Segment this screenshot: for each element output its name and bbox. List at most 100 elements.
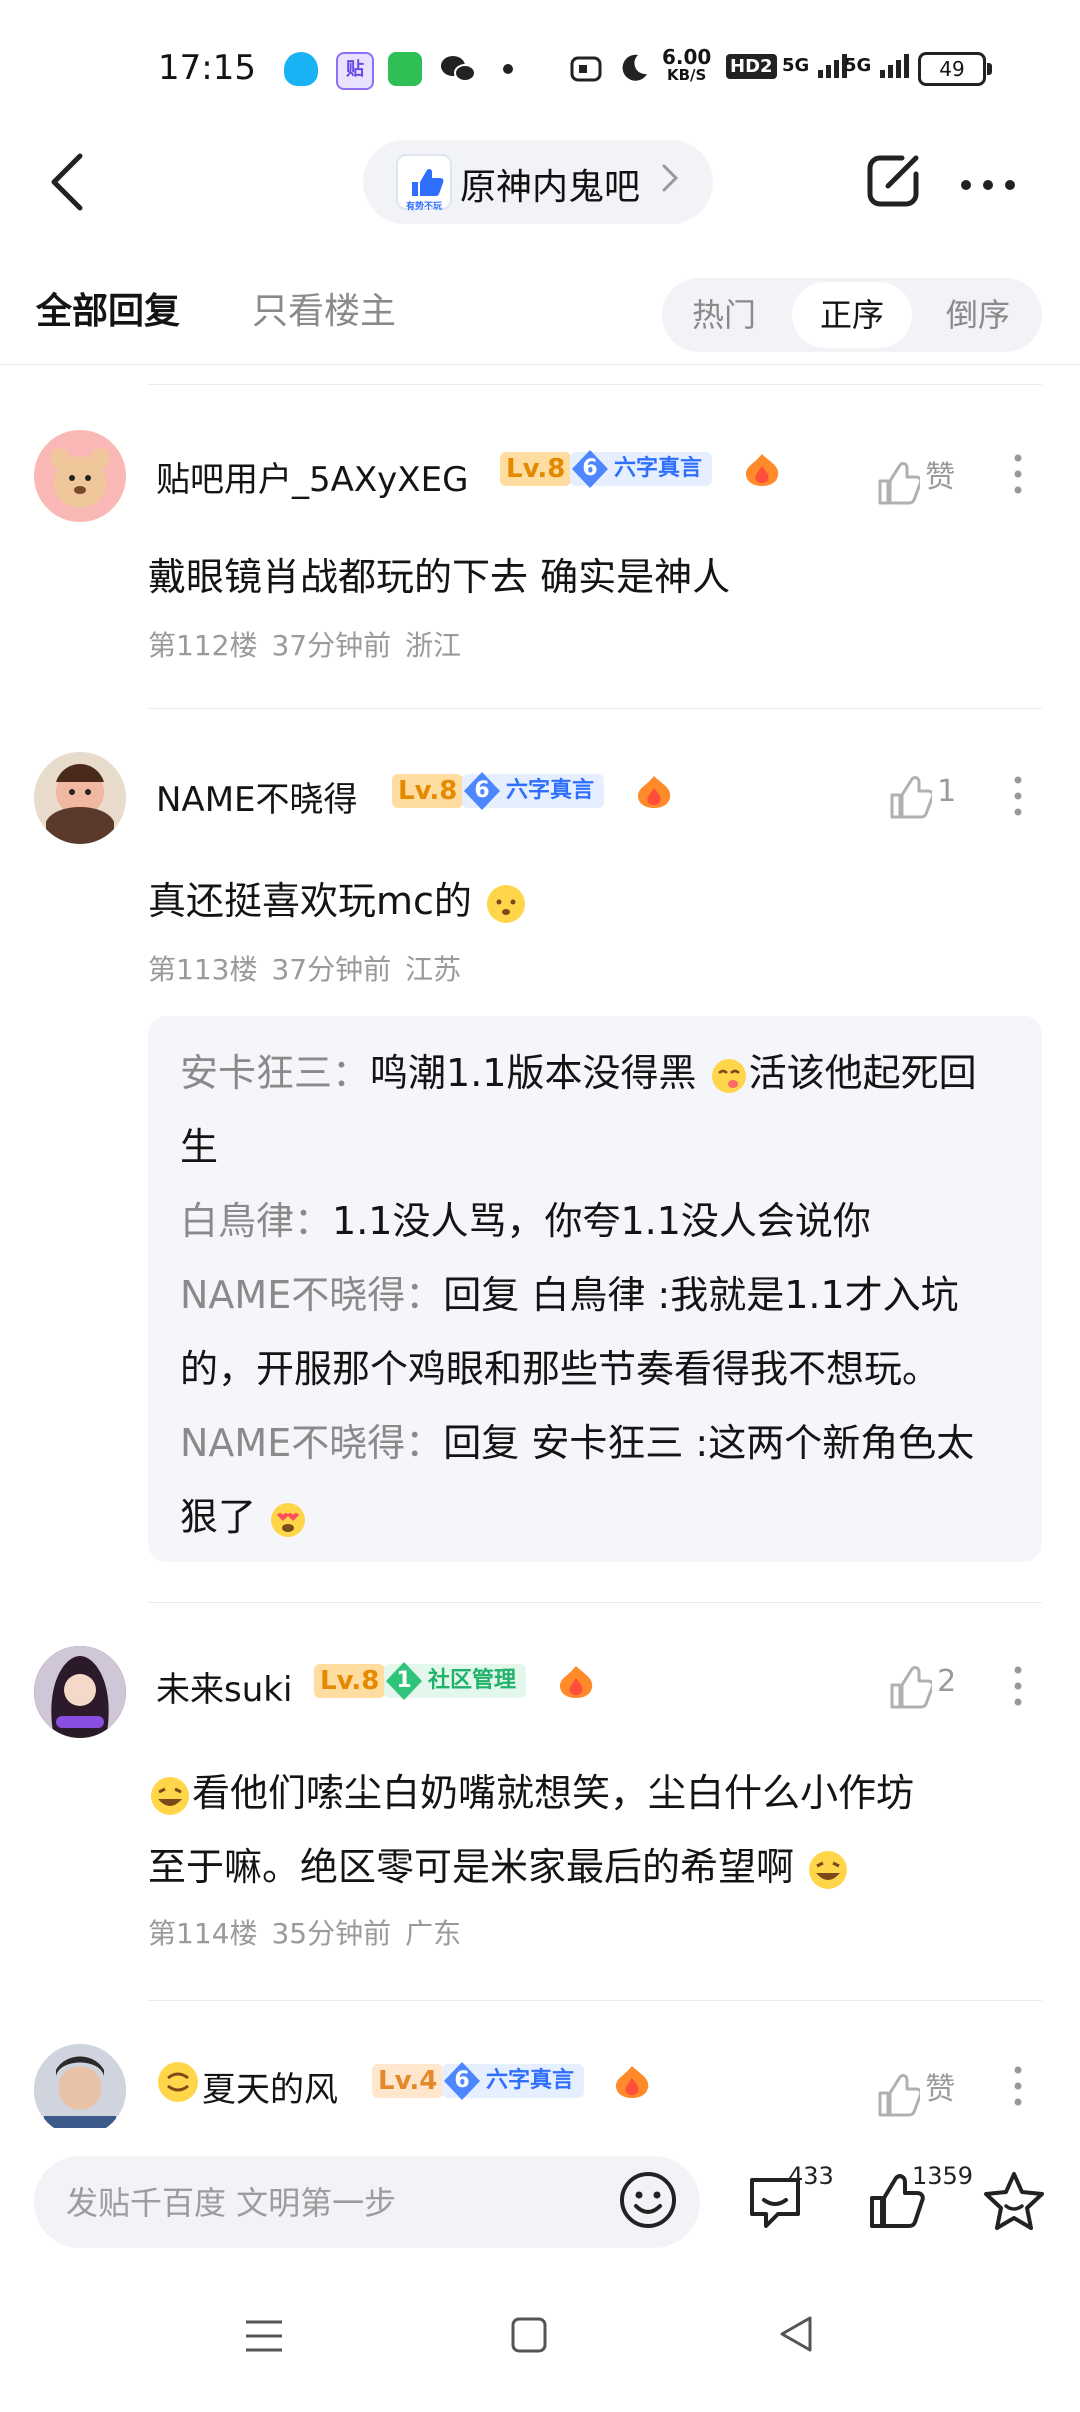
post-meta: 第114楼 35分钟前 广东	[148, 1912, 475, 1952]
post-content: 真还挺喜欢玩mc的	[148, 870, 528, 926]
thumbs-up-icon	[878, 461, 923, 504]
back-icon	[51, 153, 83, 211]
forum-name[interactable]: 原神内鬼吧	[460, 158, 640, 210]
badge-diamond-icon: 6	[464, 772, 500, 810]
tab-all-replies[interactable]: 全部回复	[36, 282, 180, 334]
more-options-icon[interactable]	[1014, 454, 1022, 494]
reply-item[interactable]: NAME不晓得：回复 白鳥律 :我就是1.1才入坑	[180, 1264, 959, 1319]
home-icon[interactable]	[510, 2316, 548, 2354]
fire-badge-icon	[742, 452, 782, 486]
emoji-button[interactable]	[618, 2170, 678, 2230]
sort-hot[interactable]: 热门	[692, 290, 756, 336]
post-location: 广东	[405, 1917, 462, 1950]
post-location: 江苏	[405, 953, 462, 986]
post-time: 35分钟前	[271, 1917, 392, 1950]
badge-diamond-icon: 6	[572, 450, 608, 488]
edit-button[interactable]	[864, 152, 922, 210]
title-badge: 6 六字真言	[570, 450, 713, 488]
post-content: 看他们嗦尘白奶嘴就想笑，尘白什么小作坊	[148, 1762, 914, 1818]
title-badge: 6 六字真言	[442, 2062, 585, 2100]
post-content: 戴眼镜肖战都玩的下去 确实是神人	[148, 555, 731, 599]
floor-number: 第113楼	[148, 953, 258, 986]
cancer-zodiac-icon	[156, 2060, 200, 2104]
title-badge: 6 六字真言	[462, 772, 605, 810]
forum-logo[interactable]: 有势不玩	[396, 154, 452, 212]
signal-5g-2: 5G	[844, 52, 912, 80]
tab-owner-only[interactable]: 只看楼主	[252, 282, 396, 334]
reply-item[interactable]: 安卡狂三：鸣潮1.1版本没得黑 活该他起死回	[180, 1042, 977, 1097]
signal-5g-1: 5G	[782, 52, 850, 80]
thumbs-up-icon	[878, 2073, 923, 2116]
star-icon	[984, 2172, 1044, 2230]
post-content-line: 至于嘛。绝区零可是米家最后的希望啊	[148, 1836, 850, 1892]
like-button[interactable]: 2	[888, 1664, 956, 1708]
post-divider	[148, 384, 1042, 385]
level-badge: Lv.4	[372, 2064, 444, 2098]
reply-item[interactable]: 白鳥律：1.1没人骂，你夸1.1没人会说你	[180, 1190, 871, 1245]
like-button[interactable]: 赞	[876, 452, 955, 504]
back-button[interactable]	[44, 150, 88, 214]
post-divider	[148, 1602, 1042, 1603]
like-count: 1359	[912, 2162, 974, 2190]
more-button[interactable]	[960, 176, 1016, 190]
post-meta: 第113楼 37分钟前 江苏	[148, 948, 475, 988]
avatar[interactable]	[34, 1646, 126, 1738]
level-badge: Lv.8	[392, 774, 464, 808]
battery-indicator: 49	[918, 52, 992, 86]
network-speed: 6.00 KB/S	[662, 45, 712, 84]
status-time: 17:15	[158, 48, 256, 88]
post-meta: 第112楼 37分钟前 浙江	[148, 624, 475, 664]
grin-emoji-icon	[151, 1776, 189, 1815]
floor-number: 第114楼	[148, 1917, 258, 1950]
reply-input-container[interactable]	[34, 2156, 700, 2250]
like-button[interactable]: 1	[888, 774, 956, 818]
sort-descending[interactable]: 倒序	[946, 290, 1010, 336]
avatar[interactable]	[34, 430, 126, 522]
grin-emoji-icon	[809, 1850, 848, 1889]
post-divider	[148, 708, 1042, 709]
moon-icon	[618, 52, 650, 84]
level-badge: Lv.8	[314, 1664, 386, 1698]
fire-badge-icon	[612, 2064, 652, 2098]
thumbs-up-icon	[890, 775, 935, 818]
menu-icon[interactable]	[244, 2318, 284, 2354]
username[interactable]: 夏天的风	[202, 2062, 338, 2111]
username[interactable]: 贴吧用户_5AXyXEG	[156, 452, 468, 501]
sort-ascending[interactable]: 正序	[820, 290, 884, 336]
more-options-icon[interactable]	[1014, 776, 1022, 816]
reply-item-continuation: 的，开服那个鸡眼和那些节奏看得我不想玩。	[180, 1347, 941, 1391]
comment-count: 433	[788, 2162, 834, 2190]
shopping-icon	[388, 52, 422, 86]
post-time: 37分钟前	[271, 953, 392, 986]
emoji-icon	[620, 2172, 676, 2228]
back-triangle-icon[interactable]	[778, 2314, 814, 2354]
badge-diamond-icon: 6	[444, 2062, 480, 2100]
username[interactable]: NAME不晓得	[156, 772, 358, 821]
fire-badge-icon	[634, 774, 674, 808]
avatar[interactable]	[34, 2044, 126, 2136]
dot-icon	[503, 64, 513, 74]
tabs-divider	[0, 364, 1080, 365]
status-bar: 17:15 贴 6.00 KB/S HD2 5G 5G 49	[0, 0, 1080, 120]
post-time: 37分钟前	[271, 629, 392, 662]
post-divider	[148, 2000, 1042, 2001]
reply-item-continuation: 狠了	[180, 1486, 308, 1541]
more-icon	[961, 180, 1015, 190]
more-options-icon[interactable]	[1014, 1666, 1022, 1706]
more-options-icon[interactable]	[1014, 2066, 1022, 2106]
thumbs-up-icon	[890, 1665, 935, 1708]
hd-icon: HD2	[726, 54, 777, 79]
username[interactable]: 未来suki	[156, 1662, 292, 1711]
level-badge: Lv.8	[500, 452, 572, 486]
reply-item[interactable]: NAME不晓得：回复 安卡狂三 :这两个新角色太	[180, 1412, 974, 1467]
reply-input[interactable]	[64, 2156, 628, 2250]
favorite-button[interactable]	[982, 2170, 1046, 2232]
floor-number: 第112楼	[148, 629, 258, 662]
fire-badge-icon	[556, 1664, 596, 1698]
qq-icon	[284, 52, 318, 86]
chevron-right-icon	[660, 158, 680, 206]
yum-emoji-icon	[711, 1058, 746, 1093]
avatar[interactable]	[34, 752, 126, 844]
like-button[interactable]: 赞	[876, 2064, 955, 2116]
wechat-icon	[440, 54, 476, 84]
